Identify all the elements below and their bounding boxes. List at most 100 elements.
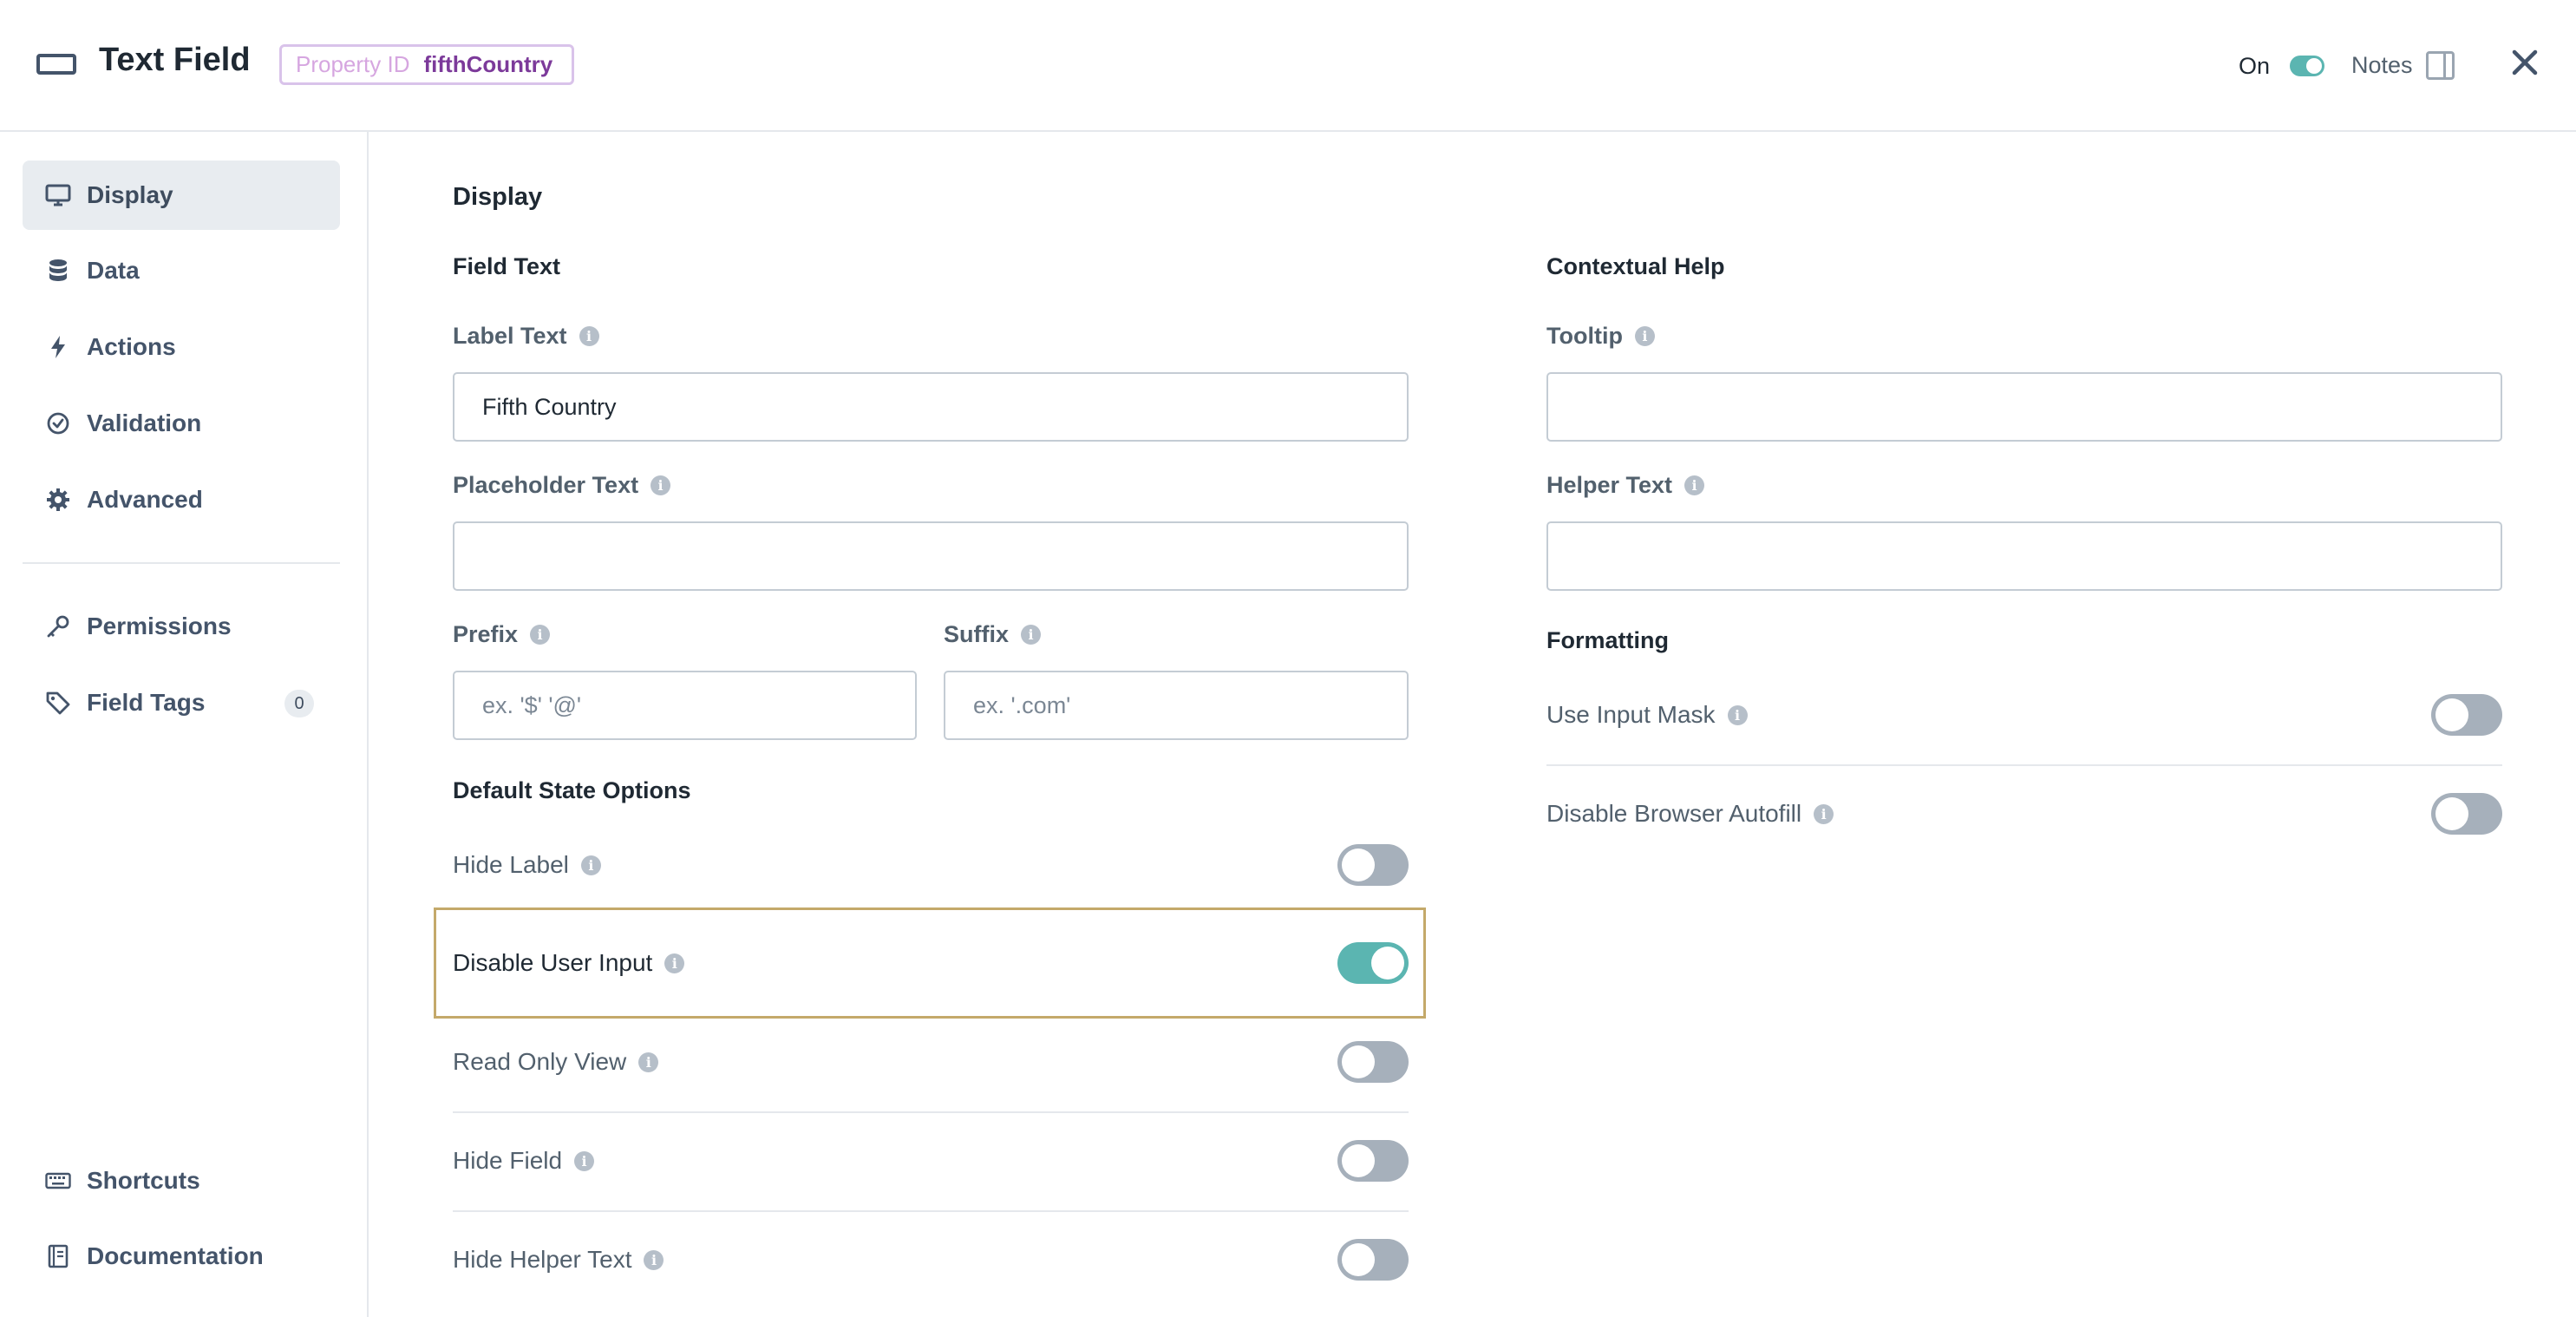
- toggle-knob: [2435, 797, 2468, 830]
- notes-label[interactable]: Notes: [2351, 52, 2413, 79]
- property-id-value: fifthCountry: [423, 51, 553, 77]
- toggle-row-hide-helper-text: Hide Helper Text i: [453, 1210, 1409, 1309]
- info-icon[interactable]: i: [644, 1249, 664, 1270]
- default-state-heading: Default State Options: [453, 777, 691, 803]
- placeholder-text-label: Placeholder Text i: [453, 472, 671, 499]
- sidebar-item-documentation[interactable]: Documentation: [23, 1222, 340, 1291]
- toggle-knob: [1342, 849, 1375, 881]
- sidebar-item-label: Field Tags: [87, 689, 206, 716]
- gear-icon: [45, 487, 71, 513]
- key-icon: [45, 613, 71, 639]
- suffix-input[interactable]: [944, 671, 1409, 740]
- info-icon[interactable]: i: [530, 625, 551, 645]
- placeholder-text-label-text: Placeholder Text: [453, 472, 639, 498]
- sidebar-item-label: Documentation: [87, 1242, 264, 1269]
- toggle-knob: [1342, 1144, 1375, 1177]
- disable-user-input-label: Disable User Input i: [453, 949, 685, 977]
- bolt-icon: [45, 334, 71, 360]
- info-icon[interactable]: i: [580, 855, 601, 875]
- info-icon[interactable]: i: [1634, 326, 1655, 346]
- prefix-label-text: Prefix: [453, 621, 519, 647]
- section-title-display: Display: [453, 183, 543, 211]
- hide-helper-text-label: Hide Helper Text i: [453, 1246, 664, 1274]
- placeholder-text-input[interactable]: [453, 521, 1409, 591]
- sidebar-item-actions[interactable]: Actions: [23, 312, 340, 382]
- prefix-input[interactable]: [453, 671, 917, 740]
- hide-label-label: Hide Label i: [453, 851, 601, 879]
- sidebar-item-data[interactable]: Data: [23, 236, 340, 305]
- label-text-label: Label Text i: [453, 323, 599, 350]
- hide-label-toggle[interactable]: [1337, 844, 1409, 886]
- disable-user-input-toggle[interactable]: [1337, 942, 1409, 984]
- info-icon[interactable]: i: [638, 1052, 659, 1072]
- toggle-row-hide-field: Hide Field i: [453, 1111, 1409, 1210]
- use-input-mask-toggle[interactable]: [2431, 694, 2502, 736]
- info-icon[interactable]: i: [651, 475, 671, 495]
- sidebar-item-permissions[interactable]: Permissions: [23, 592, 340, 661]
- toggle-knob: [1342, 1243, 1375, 1276]
- sidebar-item-label: Shortcuts: [87, 1167, 200, 1194]
- disable-browser-autofill-label: Disable Browser Autofill i: [1546, 800, 1834, 828]
- tooltip-label: Tooltip i: [1546, 323, 1655, 350]
- toggle-knob: [1371, 947, 1404, 980]
- hide-field-toggle[interactable]: [1337, 1140, 1409, 1182]
- info-icon[interactable]: i: [1021, 625, 1042, 645]
- sidebar-item-validation[interactable]: Validation: [23, 389, 340, 458]
- row-label-text: Hide Helper Text: [453, 1246, 632, 1273]
- hide-helper-text-toggle[interactable]: [1337, 1239, 1409, 1281]
- contextual-help-heading: Contextual Help: [1546, 253, 1725, 279]
- property-id-label: Property ID: [296, 51, 410, 77]
- info-icon[interactable]: i: [1727, 704, 1748, 725]
- toggle-knob: [2306, 58, 2322, 74]
- toggle-row-read-only-view: Read Only View i: [453, 1012, 1409, 1111]
- on-label: On: [2239, 53, 2271, 79]
- close-icon: [2512, 49, 2538, 75]
- suffix-label-text: Suffix: [944, 621, 1010, 647]
- sidebar-item-advanced[interactable]: Advanced: [23, 465, 340, 534]
- formatting-heading: Formatting: [1546, 627, 1669, 653]
- info-icon[interactable]: i: [664, 953, 685, 973]
- use-input-mask-label: Use Input Mask i: [1546, 701, 1748, 729]
- label-text-input[interactable]: [453, 372, 1409, 442]
- keyboard-icon: [45, 1168, 71, 1194]
- toggle-knob: [1342, 1045, 1375, 1078]
- property-id-badge[interactable]: Property ID fifthCountry: [279, 44, 575, 85]
- info-icon[interactable]: i: [1814, 803, 1834, 824]
- row-label-text: Hide Field: [453, 1147, 563, 1174]
- row-label-text: Hide Label: [453, 851, 569, 878]
- prefix-label: Prefix i: [453, 621, 551, 648]
- toggle-row-disable-browser-autofill: Disable Browser Autofill i: [1546, 764, 2502, 863]
- sidebar-item-label: Advanced: [87, 486, 203, 513]
- sidebar-item-label: Validation: [87, 410, 202, 436]
- disable-browser-autofill-toggle[interactable]: [2431, 793, 2502, 835]
- tooltip-input[interactable]: [1546, 372, 2502, 442]
- read-only-view-label: Read Only View i: [453, 1048, 659, 1076]
- main-panel: Display Field Text Label Text i Placehol…: [369, 132, 2576, 1317]
- check-circle-icon: [45, 410, 71, 436]
- read-only-view-toggle[interactable]: [1337, 1041, 1409, 1083]
- info-icon[interactable]: i: [1684, 475, 1705, 495]
- close-button[interactable]: [2507, 45, 2542, 80]
- row-label-text: Use Input Mask: [1546, 701, 1716, 728]
- info-icon[interactable]: i: [579, 326, 599, 346]
- row-label-text: Read Only View: [453, 1048, 627, 1075]
- notes-panel-icon[interactable]: [2426, 51, 2455, 80]
- suffix-label: Suffix i: [944, 621, 1042, 648]
- field-on-toggle[interactable]: [2290, 56, 2324, 76]
- row-label-text: Disable Browser Autofill: [1546, 800, 1802, 827]
- toggle-row-hide-label: Hide Label i: [453, 816, 1409, 914]
- helper-text-input[interactable]: [1546, 521, 2502, 591]
- row-label-text: Disable User Input: [453, 949, 653, 976]
- database-icon: [45, 258, 71, 284]
- sidebar-item-field-tags[interactable]: Field Tags 0: [23, 668, 340, 737]
- sidebar-item-shortcuts[interactable]: Shortcuts: [23, 1146, 340, 1215]
- sidebar-item-display[interactable]: Display: [23, 161, 340, 230]
- hide-field-label: Hide Field i: [453, 1147, 595, 1175]
- field-text-heading: Field Text: [453, 253, 561, 279]
- header: Text Field Property ID fifthCountry On N…: [0, 0, 2576, 132]
- sidebar-item-label: Permissions: [87, 613, 232, 639]
- info-icon[interactable]: i: [574, 1150, 595, 1171]
- sidebar-item-label: Actions: [87, 333, 176, 360]
- page-title: Text Field: [99, 42, 251, 78]
- toggle-row-disable-user-input: Disable User Input i: [453, 914, 1409, 1012]
